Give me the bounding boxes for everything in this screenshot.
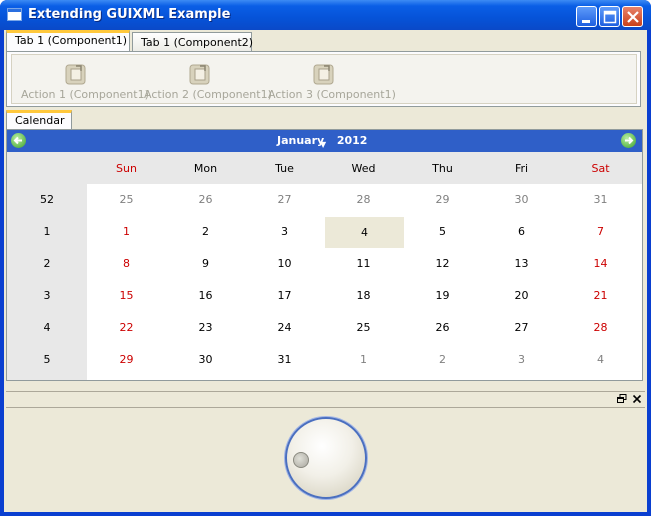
day-cell[interactable]: 9 — [166, 248, 245, 280]
window-icon — [7, 8, 22, 21]
day-cell[interactable]: 12 — [403, 248, 482, 280]
dial-handle[interactable] — [293, 452, 309, 468]
dow-label: Sat — [591, 162, 610, 175]
calendar-nav-bar: January ▼ 2012 — [7, 130, 642, 152]
client-area: Tab 1 (Component1) Tab 1 (Component2) Ac… — [4, 30, 647, 512]
day-cell[interactable]: 15 — [87, 280, 166, 312]
day-cell[interactable]: 27 — [245, 184, 324, 216]
day-cell[interactable]: 2 — [403, 344, 482, 376]
day-cell[interactable]: 25 — [87, 184, 166, 216]
app-window: Extending GUIXML Example Tab 1 (Componen… — [0, 0, 651, 516]
day-cell[interactable]: 14 — [561, 248, 640, 280]
day-cell[interactable]: 22 — [87, 312, 166, 344]
action-icon — [64, 62, 88, 86]
action-icon — [188, 62, 212, 86]
day-cell[interactable]: 30 — [482, 184, 561, 216]
day-cell[interactable]: 21 — [561, 280, 640, 312]
day-cell[interactable]: 13 — [482, 248, 561, 280]
day-cell[interactable]: 2 — [166, 216, 245, 248]
tab-label: Tab 1 (Component2) — [141, 36, 254, 49]
day-cell[interactable]: 4 — [561, 344, 640, 376]
day-cell[interactable]: 3 — [245, 216, 324, 248]
day-cell[interactable]: 23 — [166, 312, 245, 344]
week-number: 4 — [43, 321, 51, 334]
dow-label: Mon — [193, 162, 218, 175]
week-number: 5 — [43, 353, 51, 366]
day-cell[interactable]: 31 — [561, 184, 640, 216]
day-cell[interactable]: 3 — [482, 344, 561, 376]
close-button[interactable] — [622, 6, 643, 27]
action-toolbar: Action 1 (Component1) Action 2 (Componen… — [11, 54, 637, 104]
action-2-button[interactable]: Action 2 (Component1) — [140, 55, 272, 105]
maximize-button[interactable] — [599, 6, 620, 27]
day-cell[interactable]: 1 — [324, 344, 403, 376]
dock-widget-title-bar[interactable] — [6, 391, 645, 408]
day-cell[interactable]: 26 — [166, 184, 245, 216]
dow-label: Wed — [351, 162, 376, 175]
day-cell[interactable]: 31 — [245, 344, 324, 376]
float-icon[interactable] — [616, 393, 628, 405]
day-cell[interactable]: 18 — [324, 280, 403, 312]
day-cell[interactable]: 20 — [482, 280, 561, 312]
dow-label: Thu — [432, 162, 453, 175]
tab-component1[interactable]: Tab 1 (Component1) — [6, 30, 130, 52]
day-cell-selected[interactable]: 4 — [325, 217, 404, 248]
action-icon — [312, 62, 336, 86]
day-cell[interactable]: 28 — [324, 184, 403, 216]
day-cell[interactable]: 1 — [87, 216, 166, 248]
close-icon[interactable] — [631, 393, 643, 405]
dial-knob[interactable] — [285, 417, 367, 499]
calendar-widget: January ▼ 2012 Sun Mon Tue Wed Thu Fri Sa… — [6, 129, 643, 381]
day-cell[interactable]: 27 — [482, 312, 561, 344]
day-cell[interactable]: 28 — [561, 312, 640, 344]
tab-label: Calendar — [15, 114, 65, 127]
toolbar-panel: Action 1 (Component1) Action 2 (Componen… — [6, 51, 641, 107]
week-number: 3 — [43, 289, 51, 302]
action-label: Action 1 (Component1) — [21, 88, 149, 101]
day-cell[interactable]: 17 — [245, 280, 324, 312]
day-cell[interactable]: 25 — [324, 312, 403, 344]
day-cell[interactable]: 16 — [166, 280, 245, 312]
tab-label: Tab 1 (Component1) — [15, 34, 128, 47]
dow-label: Tue — [275, 162, 294, 175]
minimize-button[interactable] — [576, 6, 597, 27]
day-cell[interactable]: 8 — [87, 248, 166, 280]
day-cell[interactable]: 10 — [245, 248, 324, 280]
week-number: 1 — [43, 225, 51, 238]
day-cell[interactable]: 29 — [87, 344, 166, 376]
day-cell[interactable]: 24 — [245, 312, 324, 344]
chevron-down-icon: ▼ — [320, 140, 327, 149]
year-selector[interactable]: 2012 — [337, 134, 368, 147]
month-year-label: January ▼ 2012 — [277, 134, 368, 149]
day-cell[interactable]: 11 — [324, 248, 403, 280]
dow-label: Sun — [116, 162, 137, 175]
week-number: 52 — [40, 193, 54, 206]
action-1-button[interactable]: Action 1 (Component1) — [17, 55, 149, 105]
day-cell[interactable]: 5 — [403, 216, 482, 248]
action-label: Action 2 (Component1) — [144, 88, 272, 101]
window-title: Extending GUIXML Example — [28, 7, 231, 22]
title-bar[interactable]: Extending GUIXML Example — [0, 0, 651, 30]
day-cell[interactable]: 26 — [403, 312, 482, 344]
day-of-week-header: Sun Mon Tue Wed Thu Fri Sat — [7, 152, 642, 184]
week-number: 2 — [43, 257, 51, 270]
day-cell[interactable]: 6 — [482, 216, 561, 248]
action-label: Action 3 (Component1) — [268, 88, 396, 101]
dow-label: Fri — [514, 162, 529, 175]
tab-component2[interactable]: Tab 1 (Component2) — [132, 32, 254, 52]
day-cell[interactable]: 7 — [561, 216, 640, 248]
day-cell[interactable]: 19 — [403, 280, 482, 312]
prev-month-icon[interactable] — [11, 133, 26, 148]
action-3-button[interactable]: Action 3 (Component1) — [264, 55, 396, 105]
next-month-icon[interactable] — [621, 133, 636, 148]
day-cell[interactable]: 29 — [403, 184, 482, 216]
day-cell[interactable]: 30 — [166, 344, 245, 376]
